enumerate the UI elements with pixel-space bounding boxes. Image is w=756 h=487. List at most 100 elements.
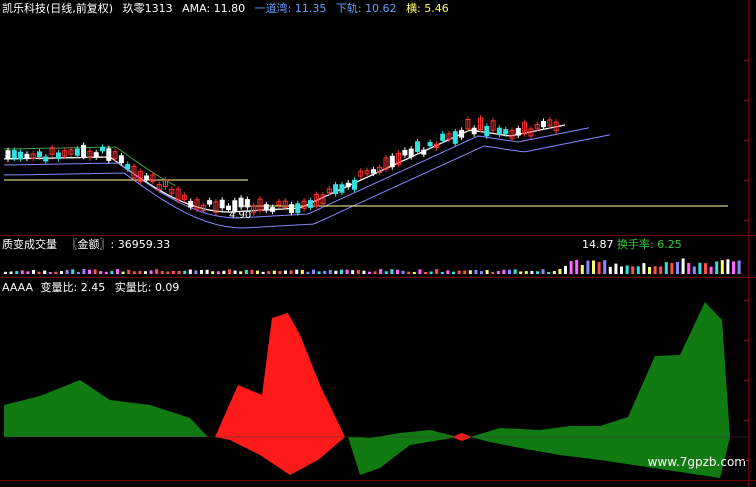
volume-bar [631, 266, 635, 274]
volume-bar [575, 259, 579, 274]
candle-body [263, 204, 269, 211]
volume-bar [317, 271, 321, 274]
axis-tick [744, 300, 749, 301]
volume-bar [345, 269, 349, 274]
volume-bar [239, 271, 243, 274]
volume-bar [138, 271, 142, 274]
volume-bar [564, 265, 567, 274]
volume-bar [278, 271, 282, 274]
volume-bar [608, 266, 612, 274]
candle-body [55, 152, 61, 159]
volume-bar [351, 270, 355, 274]
volume-bar [597, 262, 601, 274]
volume-bar [368, 271, 371, 274]
candle-body [5, 150, 11, 160]
volume-bar [440, 271, 444, 274]
axis-tick [744, 340, 749, 341]
volume-bar [284, 270, 287, 274]
volume-bar [272, 270, 276, 274]
candle-body [43, 156, 49, 162]
volume-bar [396, 269, 399, 274]
volume-bar [250, 269, 254, 274]
volume-bar [625, 265, 629, 274]
candle-body [74, 148, 80, 156]
axis-tick [744, 100, 749, 101]
candle-body [339, 184, 345, 193]
candle-body [496, 127, 502, 135]
candle-body [125, 164, 131, 170]
volume-bar [692, 266, 696, 274]
ratio-area-red-1 [215, 313, 345, 475]
candle-body [93, 152, 99, 158]
candle-body [440, 133, 446, 141]
volume-bar [513, 269, 517, 274]
volume-bar [244, 269, 248, 274]
volume-bar [580, 265, 584, 274]
volume-bar [99, 271, 103, 274]
volume-bar [144, 271, 147, 274]
volume-bar [200, 269, 203, 274]
volume-bar [356, 270, 360, 274]
volume-bar [71, 269, 75, 274]
candle-body [427, 141, 433, 147]
axis-tick [744, 420, 749, 421]
volume-bar [340, 269, 343, 274]
chart-canvas: 4.90 [4, 115, 748, 478]
candle-body [471, 127, 477, 135]
volume-bar [121, 271, 125, 274]
volume-bar [228, 269, 231, 274]
volume-bar [709, 266, 713, 274]
volume-bar [205, 269, 209, 274]
volume-bar [418, 269, 422, 274]
volume-bar [110, 270, 114, 274]
volume-bar [569, 260, 573, 274]
volume-bar [401, 270, 405, 274]
volume-bar [289, 270, 293, 274]
volume-bar [558, 269, 562, 274]
ratio-area-green-1 [4, 380, 208, 437]
volume-bar [547, 271, 551, 274]
volume-bar [306, 271, 310, 274]
volume-bar [474, 269, 478, 274]
volume-bar [20, 270, 24, 274]
volume-bar [586, 260, 590, 274]
candle-body [415, 141, 420, 152]
candle-body [289, 204, 294, 214]
volume-bar [216, 271, 220, 274]
axis-tick [744, 140, 749, 141]
volume-bar [149, 270, 153, 274]
candle-body [352, 179, 357, 190]
volume-bar [82, 269, 86, 274]
volume-bar [312, 269, 315, 274]
candle-body [238, 197, 244, 208]
volume-bar [132, 271, 136, 274]
volume-bar [412, 271, 416, 274]
volume-bar [592, 260, 595, 274]
volume-bar [54, 271, 58, 274]
stock-chart-window: 凯乐科技(日线,前复权) 玖零1313 AMA: 11.80 一道湾: 11.3… [0, 0, 756, 487]
volume-bar [390, 269, 394, 274]
volume-bar [670, 262, 674, 274]
axis-tick [744, 60, 749, 61]
volume-bar [211, 271, 215, 274]
candle-body [345, 182, 351, 188]
volume-bar [160, 270, 164, 274]
volume-bar [715, 261, 719, 274]
volume-bar [642, 263, 646, 274]
candle-body [219, 199, 225, 209]
volume-bar [43, 270, 47, 274]
volume-bar [732, 261, 735, 274]
volume-bar [508, 269, 511, 274]
volume-bar [726, 259, 730, 274]
volume-bar [60, 271, 63, 274]
volume-bar [166, 271, 170, 274]
volume-bar [37, 271, 41, 274]
volume-bar [653, 266, 657, 274]
candle-body [389, 155, 395, 168]
ratio-areas [4, 302, 748, 478]
candle-body [270, 207, 276, 212]
candle-body [244, 199, 250, 208]
volume-bar [468, 270, 472, 274]
volume-bar [300, 269, 304, 274]
volume-bar [457, 270, 461, 274]
